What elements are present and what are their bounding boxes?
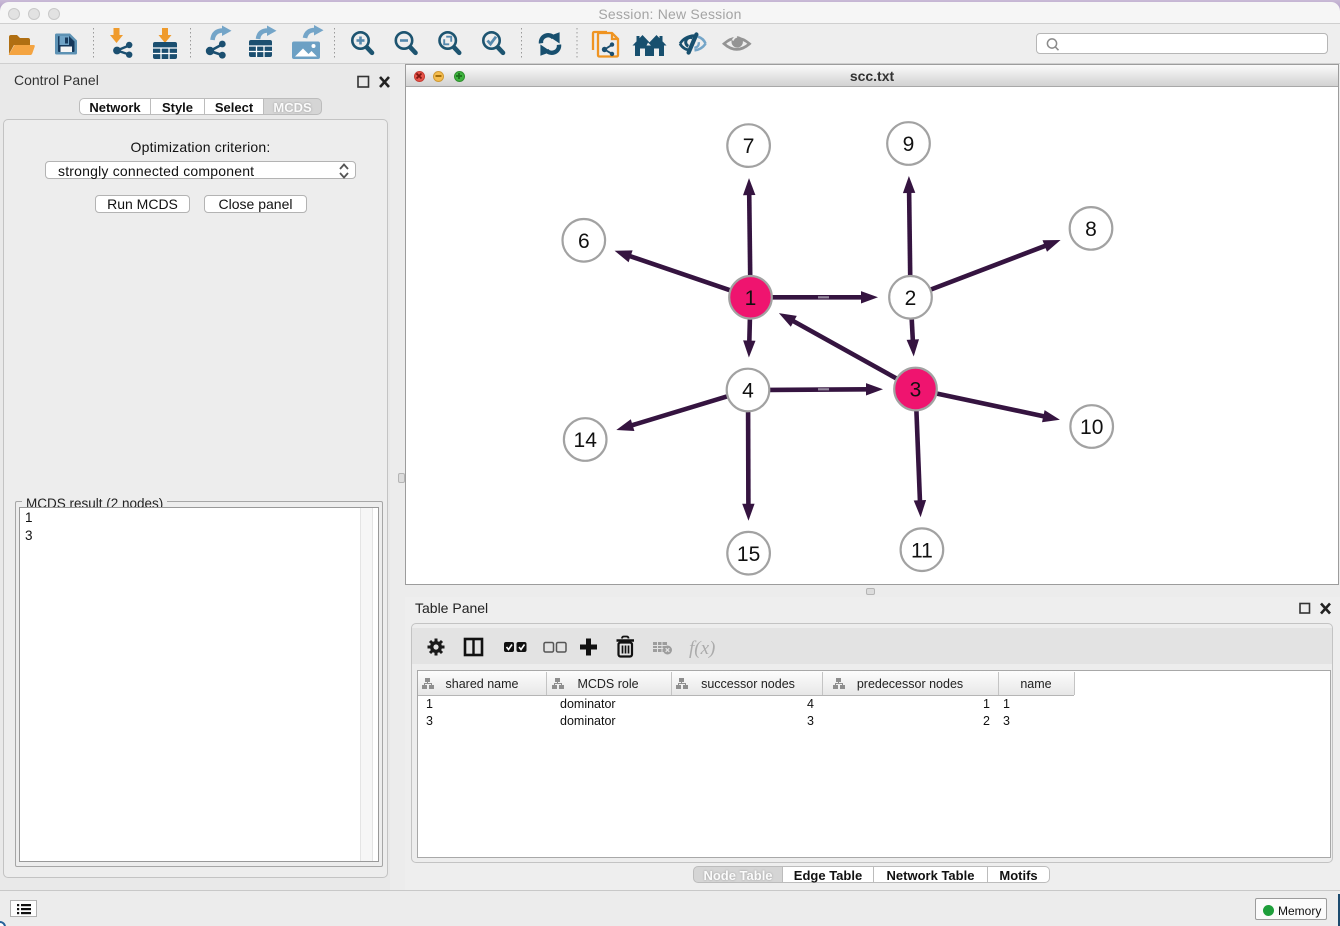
- svg-text:3: 3: [910, 379, 922, 402]
- svg-text:6: 6: [578, 230, 590, 253]
- svg-text:MCDS role: MCDS role: [577, 677, 638, 691]
- svg-text:shared name: shared name: [446, 677, 519, 691]
- svg-text:2: 2: [905, 287, 917, 310]
- svg-text:8: 8: [1085, 218, 1097, 241]
- svg-text:11: 11: [911, 539, 933, 562]
- svg-text:9: 9: [903, 133, 915, 156]
- svg-text:15: 15: [737, 543, 760, 566]
- svg-text:predecessor nodes: predecessor nodes: [857, 677, 963, 691]
- svg-text:1: 1: [745, 287, 757, 310]
- svg-text:4: 4: [742, 380, 754, 403]
- svg-text:14: 14: [574, 429, 598, 452]
- svg-text:successor nodes: successor nodes: [701, 677, 795, 691]
- svg-text:7: 7: [743, 135, 755, 158]
- svg-text:10: 10: [1080, 416, 1103, 439]
- svg-text:f(x): f(x): [689, 638, 715, 659]
- svg-text:name: name: [1020, 677, 1051, 691]
